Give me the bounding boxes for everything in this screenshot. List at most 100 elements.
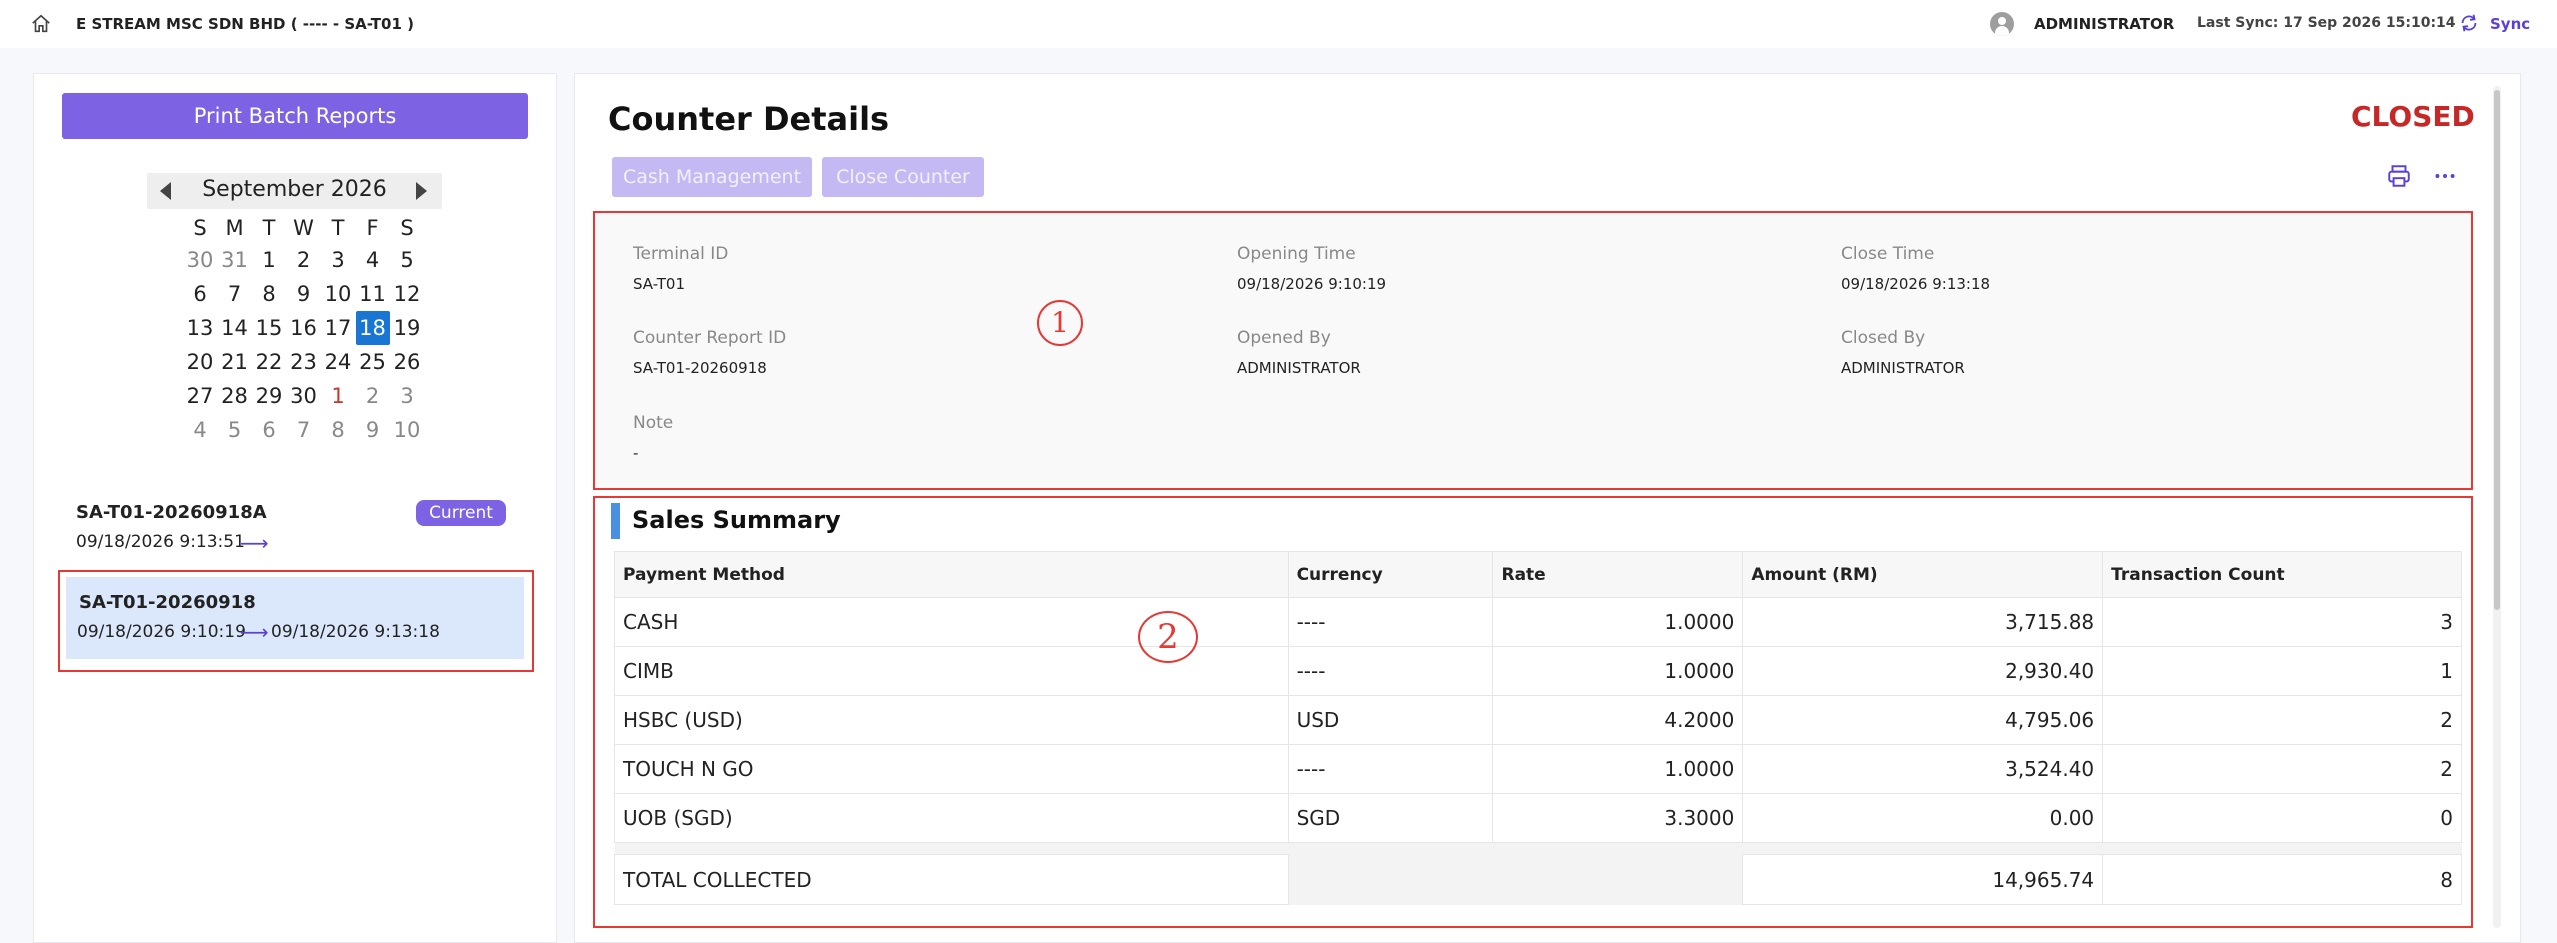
calendar-month-label: September 2026 [202,177,387,202]
calendar-day[interactable]: 12 [390,277,424,311]
calendar-day[interactable]: 17 [321,311,355,345]
batch-item-current[interactable]: SA-T01-20260918A Current 09/18/2026 9:13… [60,490,520,555]
rate-cell: 3.3000 [1492,793,1744,843]
transaction-count-cell: 1 [2102,646,2462,696]
calendar-day[interactable]: 2 [287,243,321,277]
currency-cell: ---- [1287,646,1494,696]
table-row[interactable]: UOB (SGD) SGD 3.3000 0.00 0 [614,793,2462,843]
calendar-day[interactable]: 7 [287,413,321,447]
weekday-label: T [262,216,276,240]
calendar-day[interactable]: 31 [218,243,252,277]
opened-by-label: Opened By [1237,328,1331,348]
calendar-day[interactable]: 1 [252,243,286,277]
annotation-marker-1: 1 [1037,300,1083,346]
sync-icon[interactable] [2458,12,2480,34]
scrollbar-thumb[interactable] [2494,90,2500,610]
calendar-day[interactable]: 16 [287,311,321,345]
sales-summary-table: Payment Method Currency Rate Amount (RM)… [614,551,2462,905]
report-id-label: Counter Report ID [633,328,787,348]
calendar-day[interactable]: 30 [287,379,321,413]
calendar-day[interactable]: 23 [287,345,321,379]
column-header[interactable]: Payment Method [614,551,1289,598]
column-header[interactable]: Rate [1492,551,1744,598]
terminal-id-label: Terminal ID [633,244,729,264]
calendar-day[interactable]: 14 [218,311,252,345]
calendar-day-selected[interactable]: 18 [355,311,390,345]
top-bar: E STREAM MSC SDN BHD ( ---- - SA-T01 ) A… [0,0,2557,48]
calendar-day[interactable]: 22 [252,345,286,379]
calendar-day[interactable]: 9 [356,413,390,447]
calendar-day[interactable]: 24 [321,345,355,379]
calendar-day[interactable]: 9 [287,277,321,311]
calendar-day[interactable]: 30 [183,243,217,277]
calendar-day[interactable]: 13 [183,311,217,345]
next-month-icon[interactable] [416,182,427,200]
calendar-day[interactable]: 8 [252,277,286,311]
currency-cell: USD [1287,695,1494,745]
sales-summary-title: Sales Summary [632,506,841,534]
calendar-day[interactable]: 2 [356,379,390,413]
table-row[interactable]: CASH ---- 1.0000 3,715.88 3 [614,597,2462,647]
user-avatar-icon[interactable] [1990,12,2014,36]
calendar-day[interactable]: 4 [183,413,217,447]
calendar-day[interactable]: 25 [356,345,390,379]
terminal-id-value: SA-T01 [633,275,686,293]
cash-management-button[interactable]: Cash Management [612,157,812,197]
column-header[interactable]: Currency [1287,551,1494,598]
calendar-day[interactable]: 7 [218,277,252,311]
table-spacer [614,842,2462,855]
calendar-day[interactable]: 20 [183,345,217,379]
note-value: - [633,444,639,462]
opening-time-value: 09/18/2026 9:10:19 [1237,275,1387,293]
batch-item-selected[interactable]: SA-T01-20260918 09/18/2026 9:10:19 ⟶ 09/… [66,577,524,659]
print-batch-reports-button[interactable]: Print Batch Reports [62,93,528,139]
user-name[interactable]: ADMINISTRATOR [2034,15,2174,33]
column-header[interactable]: Transaction Count [2102,551,2462,598]
calendar-day[interactable]: 10 [321,277,355,311]
calendar-day[interactable]: 27 [183,379,217,413]
amount-cell: 3,524.40 [1742,744,2104,794]
more-icon[interactable] [2432,163,2458,189]
calendar-day[interactable]: 8 [321,413,355,447]
batch-end-time: 09/18/2026 9:13:18 [271,622,440,642]
close-time-value: 09/18/2026 9:13:18 [1841,275,1991,293]
calendar-day[interactable]: 21 [218,345,252,379]
table-row[interactable]: HSBC (USD) USD 4.2000 4,795.06 2 [614,695,2462,745]
calendar-day[interactable]: 6 [183,277,217,311]
calendar-day[interactable]: 11 [356,277,390,311]
calendar-day[interactable]: 3 [321,243,355,277]
calendar-day[interactable]: 4 [356,243,390,277]
sync-button[interactable]: Sync [2490,15,2530,33]
calendar-day[interactable]: 19 [390,311,424,345]
closed-by-value: ADMINISTRATOR [1841,359,1965,377]
counter-info-section: Terminal ID SA-T01 Opening Time 09/18/20… [593,211,2473,490]
column-header[interactable]: Amount (RM) [1742,551,2104,598]
opening-time-label: Opening Time [1237,244,1356,264]
table-row[interactable]: TOUCH N GO ---- 1.0000 3,524.40 2 [614,744,2462,794]
calendar-day[interactable]: 6 [252,413,286,447]
calendar-day[interactable]: 5 [390,243,424,277]
last-sync-status: Last Sync: 17 Sep 2026 15:10:14 [2197,15,2456,31]
page-title: Counter Details [608,100,890,138]
print-icon[interactable] [2386,163,2412,189]
close-counter-button[interactable]: Close Counter [822,157,984,197]
calendar-day[interactable]: 1 [321,379,355,413]
currency-cell: SGD [1287,793,1494,843]
total-label: TOTAL COLLECTED [614,854,1289,905]
calendar-grid: S M T W T F S 30 31 1 2 3 4 5 6 7 8 9 10… [183,213,421,447]
transaction-count-cell: 3 [2102,597,2462,647]
transaction-count-cell: 2 [2102,695,2462,745]
company-name: E STREAM MSC SDN BHD ( ---- - SA-T01 ) [76,15,414,33]
calendar-day[interactable]: 15 [252,311,286,345]
transaction-count-cell: 0 [2102,793,2462,843]
calendar-day[interactable]: 29 [252,379,286,413]
calendar-day[interactable]: 5 [218,413,252,447]
home-icon[interactable] [30,13,52,35]
rate-cell: 1.0000 [1492,597,1744,647]
calendar-day[interactable]: 10 [390,413,424,447]
calendar-day[interactable]: 3 [390,379,424,413]
table-header-row: Payment Method Currency Rate Amount (RM)… [614,551,2462,598]
calendar-day[interactable]: 26 [390,345,424,379]
table-row[interactable]: CIMB ---- 1.0000 2,930.40 1 [614,646,2462,696]
calendar-day[interactable]: 28 [218,379,252,413]
